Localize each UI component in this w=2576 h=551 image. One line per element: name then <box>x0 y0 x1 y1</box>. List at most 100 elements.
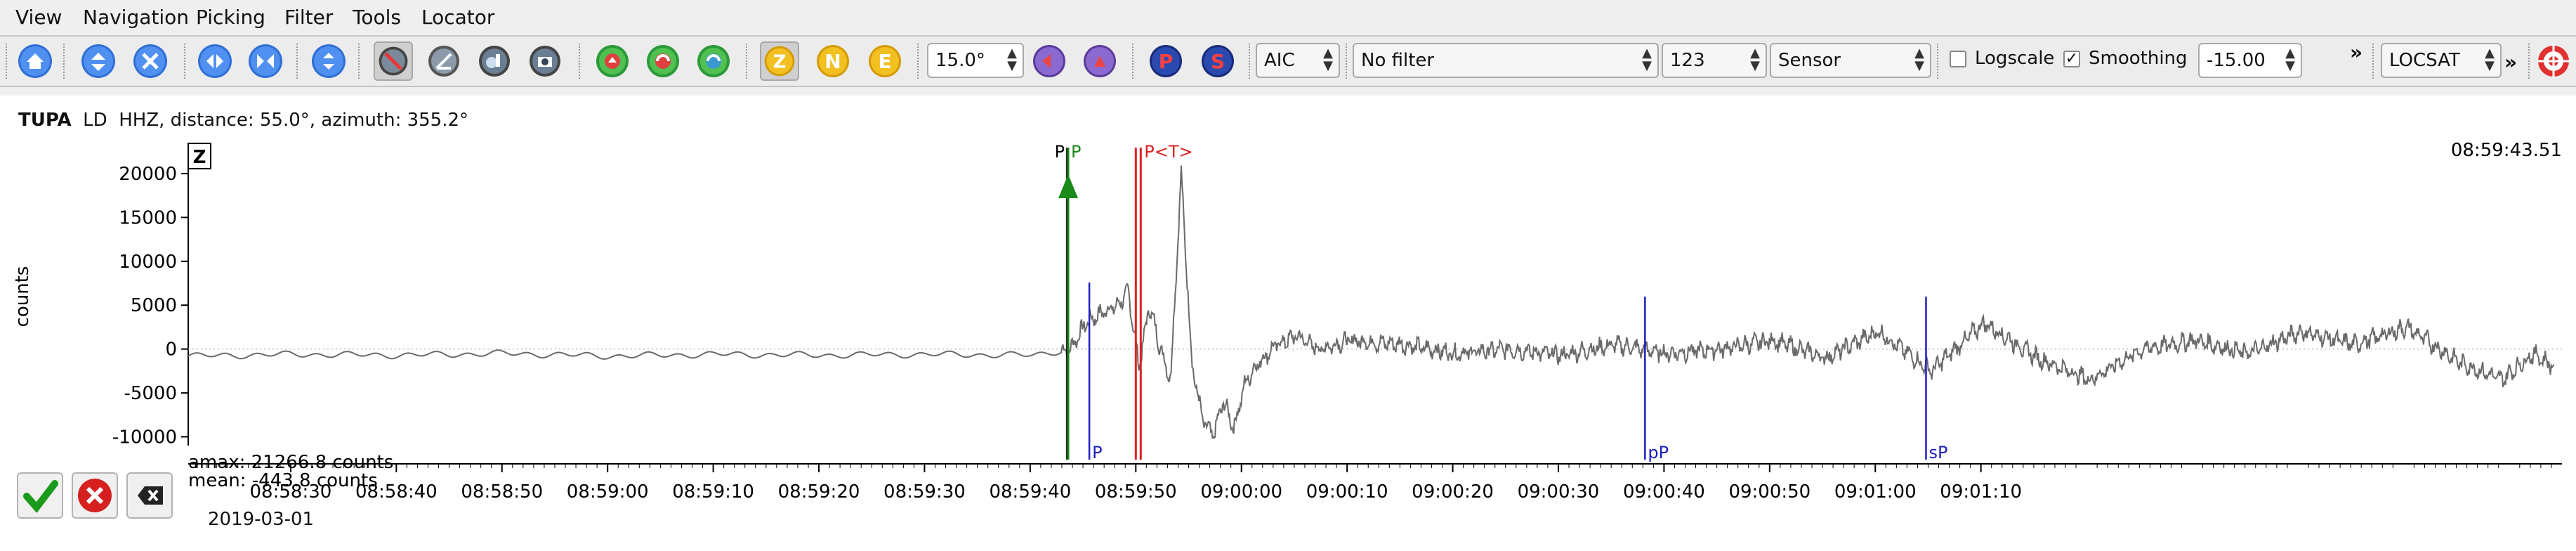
y-axis: 20000 15000 10000 5000 0 -5000 -10000 <box>112 152 189 448</box>
accept-button[interactable] <box>17 472 63 519</box>
rotate-icon[interactable] <box>424 41 464 81</box>
reject-button[interactable] <box>72 472 118 519</box>
more-tools-icon[interactable]: » <box>2504 51 2517 74</box>
combo-arrows-icon[interactable]: ▲ ▼ <box>1323 47 1333 72</box>
toolbar-separator <box>296 44 300 79</box>
pick-label: P <box>1071 142 1081 162</box>
zoom-icon[interactable] <box>525 41 565 81</box>
x-tick-label: 08:58:50 <box>461 481 543 500</box>
spin-arrows-icon[interactable]: ▲ ▼ <box>1007 47 1017 72</box>
phase-label: pP <box>1648 443 1669 462</box>
unit-combo[interactable]: Sensor ▲ ▼ <box>1770 43 1931 78</box>
x-tick-label: 09:00:30 <box>1518 481 1600 500</box>
svg-text:S: S <box>1211 50 1225 73</box>
trace-details: distance: 55.0°, azimuth: 355.2° <box>170 110 469 131</box>
logscale-checkbox[interactable] <box>1950 51 1966 67</box>
time-window-value: 15.0° <box>935 50 985 71</box>
spin-arrows-icon[interactable]: ▲ ▼ <box>2285 47 2295 72</box>
x-tick-label: 08:59:20 <box>778 481 860 500</box>
x-tick-label: 08:59:40 <box>989 481 1071 500</box>
time-label: 08:59:43.51 <box>2451 140 2562 161</box>
toolbar-separator <box>1132 44 1136 79</box>
pick-label: P <box>1055 142 1065 162</box>
menu-view[interactable]: View <box>15 6 62 29</box>
menu-locator[interactable]: Locator <box>421 6 494 29</box>
x-tick-label: 08:59:50 <box>1095 481 1177 500</box>
offset-spinbox[interactable]: -15.00 ▲ ▼ <box>2198 43 2302 78</box>
reset-icon[interactable] <box>694 41 733 81</box>
more-tools-icon[interactable]: » <box>2350 41 2363 64</box>
toolbar-separator <box>1346 44 1349 79</box>
time-window-spinbox[interactable]: 15.0° ▲ ▼ <box>927 43 1024 78</box>
x-tick-label: 08:59:30 <box>883 481 966 500</box>
scroll-up-icon[interactable] <box>79 41 118 81</box>
y-tick-label: 20000 <box>119 164 177 185</box>
x-tick-label: 09:00:00 <box>1200 481 1282 500</box>
y-tick-label: 10000 <box>119 252 177 273</box>
align-icon[interactable] <box>309 41 348 81</box>
smoothing-label: Smoothing <box>2089 48 2188 69</box>
toolbar-separator <box>2372 44 2376 79</box>
comp-n-icon[interactable]: N <box>813 41 853 81</box>
logscale-label: Logscale <box>1975 48 2055 69</box>
menu-filter[interactable]: Filter <box>284 6 333 29</box>
combo-arrows-icon[interactable]: ▲ ▼ <box>2485 47 2495 72</box>
filter-value: No filter <box>1361 50 1435 71</box>
p-phase-icon[interactable]: P <box>1146 41 1185 81</box>
toolbar-separator <box>746 44 749 79</box>
offset-value: -15.00 <box>2207 50 2266 71</box>
combo-arrows-icon[interactable]: ▲ ▼ <box>1750 47 1760 72</box>
previous-icon[interactable] <box>195 41 235 81</box>
pick-icon[interactable] <box>374 41 413 81</box>
locator-combo[interactable]: LOCSAT ▲ ▼ <box>2381 43 2502 78</box>
components-combo[interactable]: 123 ▲ ▼ <box>1662 43 1767 78</box>
svg-text:P: P <box>1159 50 1174 73</box>
svg-text:Z: Z <box>773 51 787 72</box>
y-tick-label: 0 <box>165 339 177 361</box>
toolbar-separator <box>184 44 188 79</box>
prev-trace-icon[interactable] <box>1030 41 1069 81</box>
s-phase-icon[interactable]: S <box>1198 41 1237 81</box>
date-label: 2019-03-01 <box>208 509 315 530</box>
x-tick-label: 09:01:10 <box>1940 481 2022 500</box>
x-tick-label: 09:01:00 <box>1834 481 1917 500</box>
refresh-icon[interactable] <box>643 41 683 81</box>
toolbar-separator <box>917 44 921 79</box>
scroll-down-icon[interactable] <box>131 41 170 81</box>
channel-code: HHZ <box>119 110 159 131</box>
menu-picking[interactable]: Picking <box>196 6 265 29</box>
x-tick-label: 09:00:20 <box>1412 481 1494 500</box>
y-axis-label: counts <box>12 266 33 328</box>
method-combo[interactable]: AIC ▲ ▼ <box>1256 43 1340 78</box>
comp-e-icon[interactable]: E <box>865 41 905 81</box>
menu-navigation[interactable]: Navigation <box>83 6 189 29</box>
waveform-line <box>188 165 2555 439</box>
next-icon[interactable] <box>246 41 285 81</box>
phase-label: sP <box>1928 443 1947 462</box>
filter-combo[interactable]: No filter ▲ ▼ <box>1353 43 1659 78</box>
smoothing-checkbox[interactable]: ✓ <box>2063 51 2080 67</box>
x-tick-label: 09:00:10 <box>1306 481 1388 500</box>
y-tick-label: 15000 <box>119 207 177 228</box>
phase-label: P <box>1092 443 1102 462</box>
method-value: AIC <box>1264 50 1295 71</box>
svg-text:N: N <box>824 50 841 73</box>
info-separator: , <box>159 110 171 131</box>
filter-icon[interactable] <box>475 41 514 81</box>
x-tick-label: 09:00:50 <box>1728 481 1811 500</box>
x-tick-label: 08:59:10 <box>672 481 754 500</box>
menu-tools[interactable]: Tools <box>353 6 401 29</box>
pick-arrow-icon[interactable] <box>1058 174 1079 198</box>
comp-z-icon[interactable]: Z <box>760 41 799 81</box>
target-icon[interactable] <box>2534 41 2573 81</box>
next-trace-icon[interactable] <box>1080 41 1119 81</box>
home-icon[interactable] <box>15 41 55 81</box>
move-up-icon[interactable] <box>593 41 632 81</box>
seismogram-plot[interactable]: counts 20000 15000 10000 5000 0 -5000 -10000 0… <box>0 135 2576 500</box>
toolbar-separator <box>579 44 582 79</box>
combo-arrows-icon[interactable]: ▲ ▼ <box>1642 47 1652 72</box>
menu-bar: View Navigation Picking Filter Tools Loc… <box>0 0 2576 37</box>
combo-arrows-icon[interactable]: ▲ ▼ <box>1914 47 1924 72</box>
delete-button[interactable] <box>126 472 173 519</box>
component-label: Z <box>193 147 206 168</box>
